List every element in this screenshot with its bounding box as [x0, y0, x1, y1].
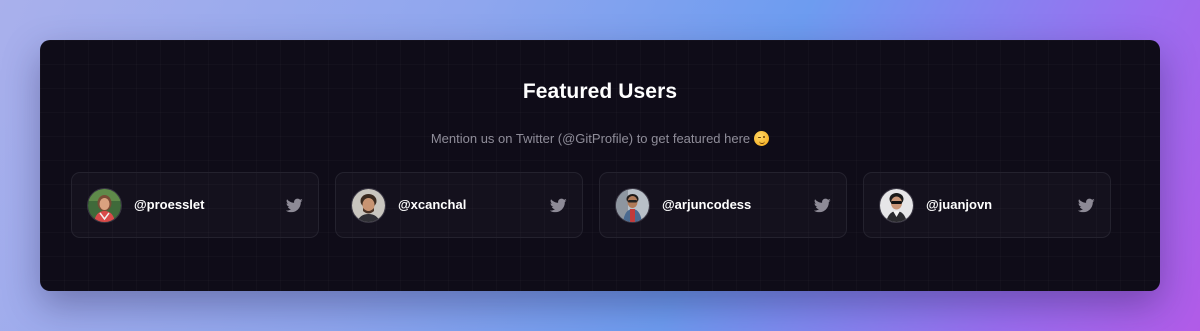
section-title: Featured Users [522, 80, 678, 103]
user-card-arjuncodess[interactable]: @arjuncodess [599, 172, 847, 238]
user-card-xcanchal[interactable]: @xcanchal [335, 172, 583, 238]
avatar [879, 188, 914, 223]
avatar [351, 188, 386, 223]
user-card-juanjovn[interactable]: @juanjovn [863, 172, 1111, 238]
featured-users-list: @proesslet @xcanchal @arjuncodess @juanj… [71, 172, 1115, 238]
twitter-icon[interactable] [286, 197, 303, 214]
user-handle: @proesslet [134, 197, 205, 212]
avatar [87, 188, 122, 223]
subtitle-text: Mention us on Twitter (@GitProfile) to g… [430, 131, 751, 146]
user-handle: @juanjovn [926, 197, 993, 212]
twitter-icon[interactable] [550, 197, 567, 214]
avatar [615, 188, 650, 223]
user-card-proesslet[interactable]: @proesslet [71, 172, 319, 238]
user-handle: @xcanchal [398, 197, 467, 212]
twitter-icon[interactable] [1078, 197, 1095, 214]
featured-users-panel: Featured Users Mention us on Twitter (@G… [40, 40, 1160, 291]
twitter-icon[interactable] [814, 197, 831, 214]
section-subtitle: Mention us on Twitter (@GitProfile) to g… [40, 131, 1160, 146]
user-handle: @arjuncodess [662, 197, 752, 212]
winking-face-icon [754, 131, 770, 146]
